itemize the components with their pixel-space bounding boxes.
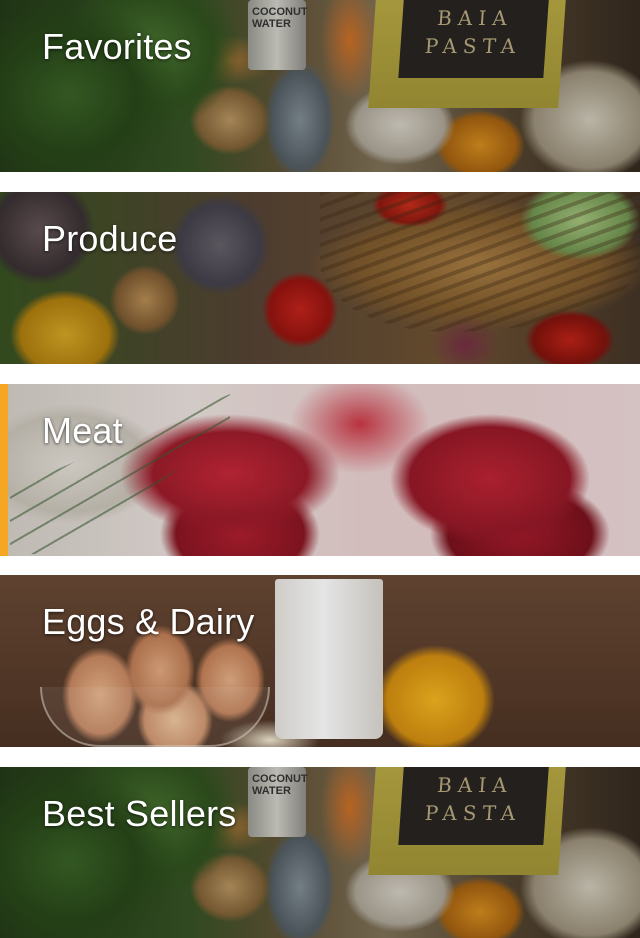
category-label: Produce [42,218,178,259]
category-tile-meat[interactable]: Meat [0,384,640,556]
category-label: Best Sellers [42,793,237,834]
category-tile-eggs-dairy[interactable]: Eggs & Dairy [0,575,640,747]
category-label: Meat [42,410,123,451]
category-tile-produce[interactable]: Produce [0,192,640,364]
category-label: Eggs & Dairy [42,601,255,642]
selected-indicator [0,384,8,556]
category-tile-best-sellers[interactable]: COCONUT WATER BAIA PASTA Best Sellers [0,767,640,938]
category-label: Favorites [42,26,192,67]
category-tile-favorites[interactable]: COCONUT WATER BAIA PASTA Favorites [0,0,640,172]
category-list: COCONUT WATER BAIA PASTA Favorites Produ… [0,0,640,938]
